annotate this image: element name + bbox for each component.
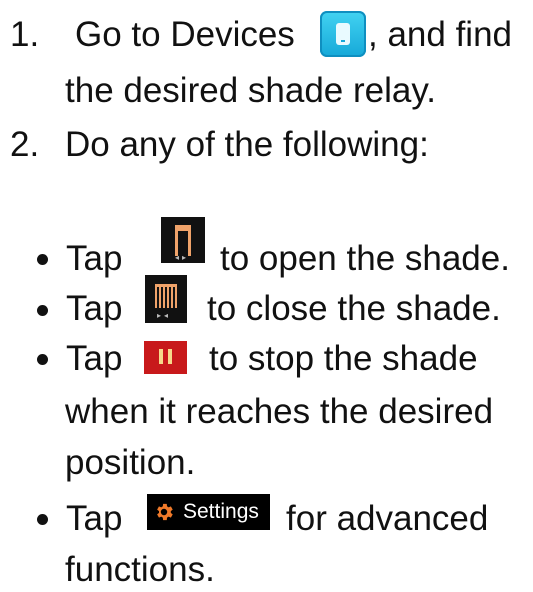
settings-badge: Settings [147, 494, 270, 530]
bullet-text: to stop the shade [209, 339, 478, 378]
devices-icon [320, 11, 366, 57]
shade-close-icon: ▸◂ [145, 275, 187, 323]
step-text: Go to Devices [75, 15, 295, 54]
settings-gear-icon [157, 503, 173, 521]
bullet-dot [37, 305, 48, 316]
bullet-dot [37, 514, 48, 525]
bullet-prefix: Tap [66, 499, 123, 538]
step-number: 2. [10, 125, 40, 164]
step-text-after-icon: , and find [368, 15, 512, 54]
bullet-prefix: Tap [66, 339, 123, 378]
bullet-dot [37, 254, 48, 265]
bullet-text: to open the shade. [220, 239, 510, 278]
bullet-dot [37, 354, 48, 365]
settings-badge-label: Settings [183, 500, 259, 523]
bullet-text-continuation: functions. [65, 550, 215, 589]
step-number: 1. [10, 15, 40, 54]
stop-icon [144, 341, 187, 374]
shade-open-icon: ◂▸ [161, 217, 205, 263]
bullet-text: for advanced [286, 499, 489, 538]
bullet-text: to close the shade. [207, 289, 501, 328]
step-text: Do any of the following: [65, 125, 429, 164]
bullet-prefix: Tap [66, 239, 123, 278]
bullet-text-continuation: when it reaches the desired [65, 392, 494, 431]
bullet-prefix: Tap [66, 289, 123, 328]
step-text-continuation: the desired shade relay. [65, 71, 436, 110]
bullet-text-continuation: position. [65, 443, 196, 482]
